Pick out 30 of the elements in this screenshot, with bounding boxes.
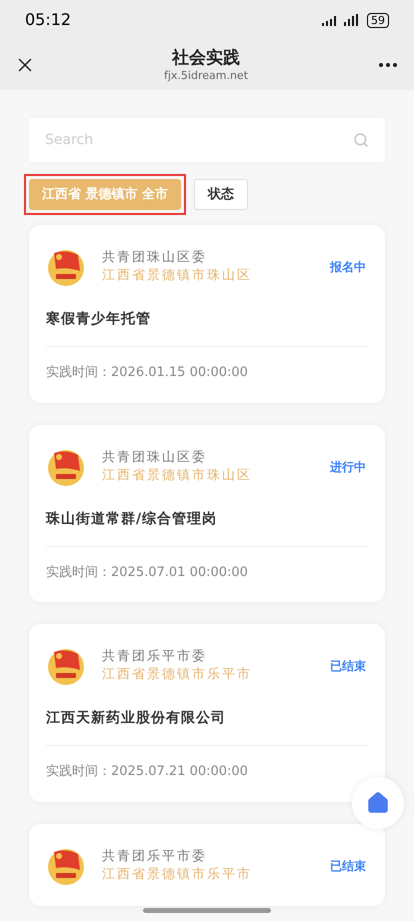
filter-button[interactable]: 状态 xyxy=(194,179,248,210)
organization-name: 共青团珠山区委 xyxy=(102,249,208,267)
region-text: 江西省景德镇市珠山区 xyxy=(102,466,253,484)
activity-card[interactable]: 共青团珠山区委 江西省景德镇市珠山区 报名中 寒假青少年托管 实践时间：2026.01.15 00:00:00 xyxy=(29,225,385,402)
activity-title: 珠山街道常群/综合管理岗 xyxy=(46,510,218,528)
activity-card[interactable]: 共青团乐平市委 江西省景德镇市乐平市 已结束 江西天新药业股份有限公司 实践时间：2025.07.21 00:00:00 xyxy=(29,624,385,802)
activity-title: 江西天新药业股份有限公司 xyxy=(46,708,227,728)
region-text: 江西省景德镇市乐平市 xyxy=(102,666,253,684)
status-label: 进行中 xyxy=(330,458,366,476)
organization-name: 共青团乐平市委 xyxy=(102,848,208,866)
home-icon xyxy=(366,791,390,815)
status-label: 报名中 xyxy=(330,259,366,276)
emblem-icon xyxy=(46,247,86,287)
status-label: 已结束 xyxy=(330,858,366,874)
practice-time: 实践时间：2025.07.21 00:00:00 xyxy=(46,763,249,781)
battery-indicator: 59 xyxy=(367,12,389,28)
region-text: 江西省景德镇市乐平市 xyxy=(102,866,253,884)
organization-name: 共青团珠山区委 xyxy=(102,448,208,466)
page-title: 社会实践 xyxy=(172,47,240,69)
practice-time: 实践时间：2025.07.01 00:00:00 xyxy=(46,564,249,582)
activity-card[interactable]: 共青团珠山区委 江西省景德镇市珠山区 进行中 珠山街道常群/综合管理岗 实践时间：2025.07.01 00:00:00 xyxy=(29,424,385,602)
region-text: 江西省景德镇市珠山区 xyxy=(102,267,253,285)
status-time: 05:12 xyxy=(25,9,72,31)
status-label: 已结束 xyxy=(330,658,366,675)
practice-time: 实践时间：2026.01.15 00:00:00 xyxy=(46,364,249,382)
page-url: fjx.5idream.net xyxy=(164,69,248,83)
organization-name: 共青团乐平市委 xyxy=(102,648,208,666)
activity-title: 寒假青少年托管 xyxy=(46,310,152,329)
emblem-icon xyxy=(46,646,86,686)
activity-card[interactable]: 共青团乐平市委 江西省景德镇市乐平市 已结束 xyxy=(29,824,385,906)
